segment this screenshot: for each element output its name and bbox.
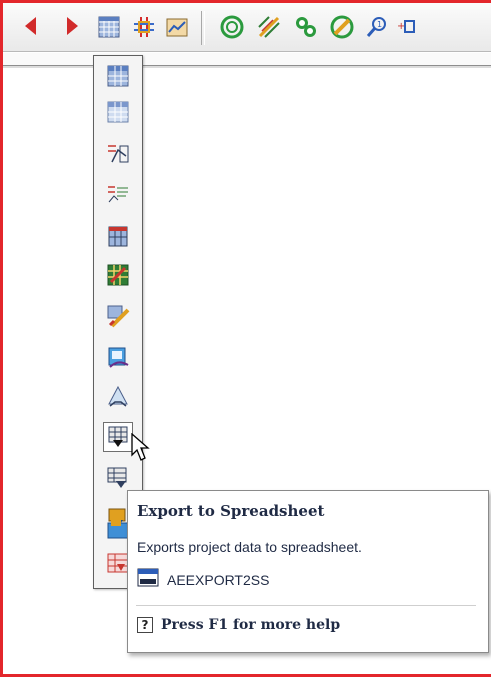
profile-label-icon[interactable] [103,179,133,209]
profile-view-icon[interactable] [163,13,191,41]
edit-grid-icon[interactable] [103,260,133,290]
tooltip-description: Exports project data to spreadsheet. [137,539,362,555]
drawing-area-divider [3,66,491,68]
scroll-right-icon[interactable] [67,17,78,35]
tooltip-command-name: AEEXPORT2SS [167,572,270,588]
help-icon: ? [137,617,153,633]
drawing-area-header [3,53,491,66]
tooltip-help-row: ? Press F1 for more help [137,617,340,633]
svg-text:1: 1 [377,20,382,29]
mouse-cursor-icon [131,432,153,467]
grid-table-icon[interactable] [95,13,123,41]
vertical-table-icon[interactable] [103,221,133,251]
wire-hatch-icon[interactable] [255,13,283,41]
export-to-spreadsheet-icon[interactable] [103,422,133,452]
pencil-edit-icon[interactable] [328,13,356,41]
coil-icon[interactable] [218,13,246,41]
tooltip-divider [136,605,476,606]
triangle-arrows-icon[interactable] [103,382,133,412]
toolbar-separator [201,11,205,45]
table-icon[interactable] [103,61,133,91]
command-tooltip: Export to Spreadsheet Exports project da… [127,490,489,653]
publish-icon[interactable] [103,342,133,372]
pencil-table-icon[interactable] [103,301,133,331]
network-icon[interactable] [292,13,320,41]
tooltip-help-text: Press F1 for more help [161,617,341,633]
profile-grid-icon[interactable] [103,139,133,169]
command-line-icon [137,568,159,592]
grid-cross-icon[interactable] [130,13,158,41]
search-marker-icon[interactable]: 1 [363,13,391,41]
toolbar: 1 + [3,3,491,52]
import-table-icon[interactable] [103,462,133,492]
tooltip-title: Export to Spreadsheet [137,502,325,520]
insert-marker-icon[interactable]: + [393,13,421,41]
tooltip-command-row: AEEXPORT2SS [137,567,269,593]
table-light-icon[interactable] [103,97,133,127]
scroll-left-icon[interactable] [25,17,36,35]
